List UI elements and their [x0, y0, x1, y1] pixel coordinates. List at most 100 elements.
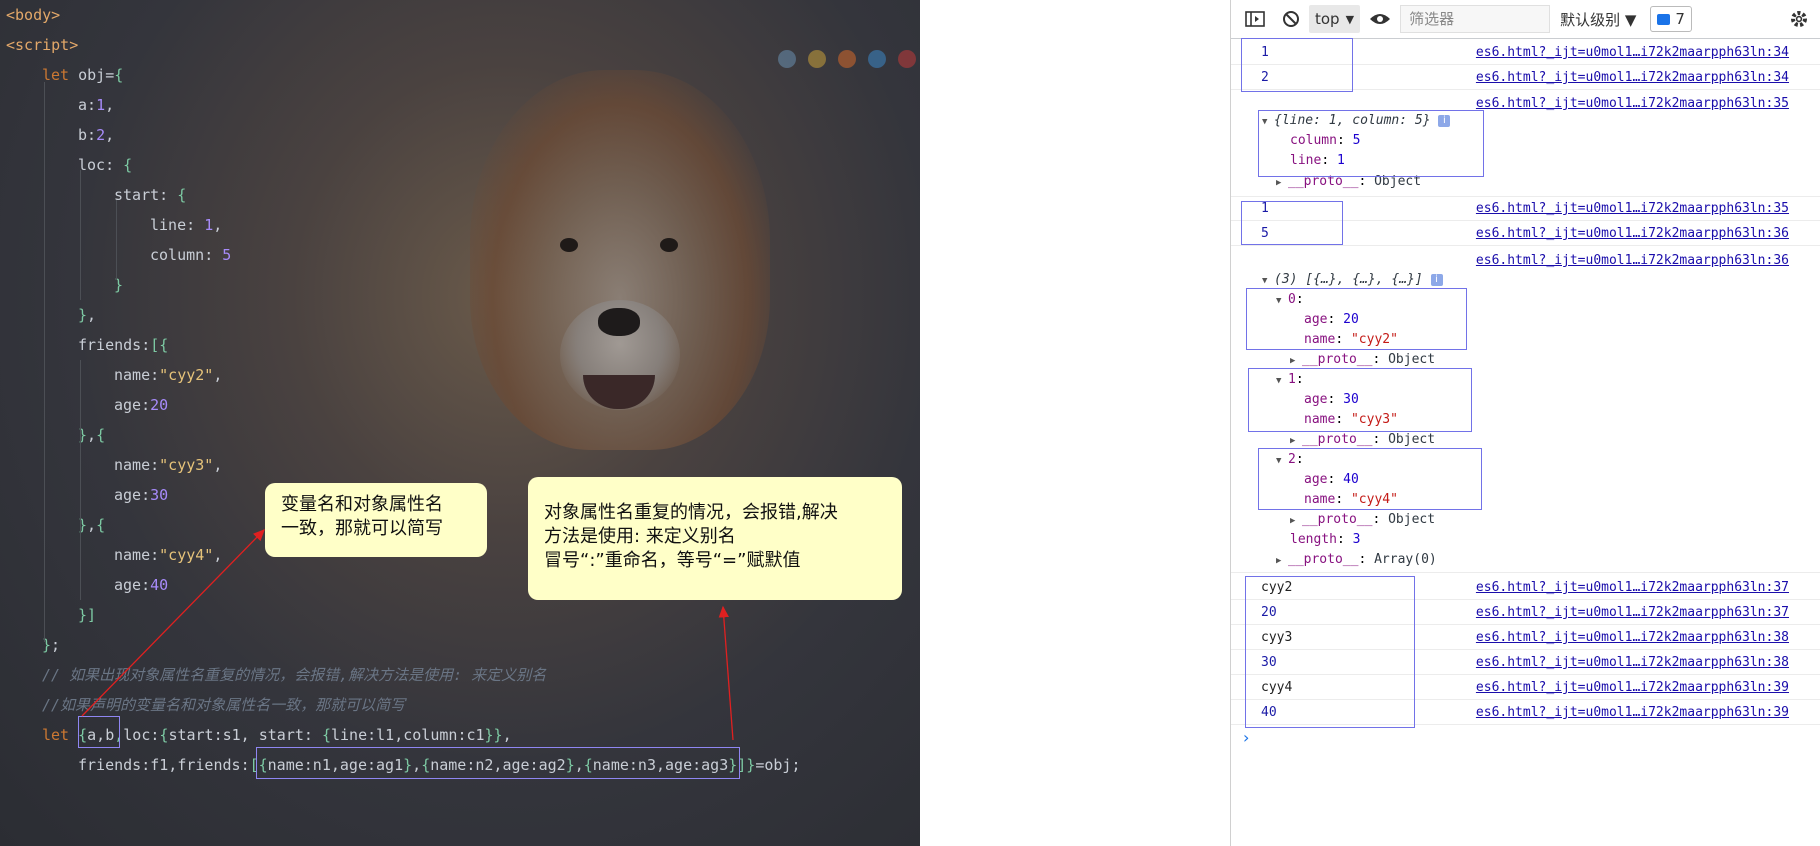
opera-icon[interactable]: [898, 50, 916, 68]
code-token: "cyy4": [159, 546, 214, 564]
code-line[interactable]: a:1,: [78, 90, 114, 120]
filter-input[interactable]: [1400, 5, 1551, 33]
safari-icon[interactable]: [868, 50, 886, 68]
highlight-box: [1248, 368, 1472, 432]
proto-row[interactable]: ▶ __proto__: Object: [1290, 512, 1435, 527]
code-line[interactable]: name:"cyy4",: [114, 540, 222, 570]
code-token: obj: [78, 66, 106, 84]
callout-rename: 对象属性名重复的情况，会报错,解决 方法是使用: 来定义别名 冒号“:”重命名，…: [528, 477, 902, 600]
code-line[interactable]: age:30: [114, 480, 168, 510]
source-link[interactable]: es6.html?_ijt=u0mol1…i72k2maarpph63ln:38: [1476, 652, 1789, 674]
code-token: 1: [204, 216, 214, 234]
code-line[interactable]: start: {: [114, 180, 186, 210]
proto-row[interactable]: ▶ __proto__: Object: [1290, 432, 1435, 447]
code-line[interactable]: },{: [78, 420, 105, 450]
code-line[interactable]: name:"cyy2",: [114, 360, 222, 390]
code-token: start: [168, 726, 214, 744]
console-prompt[interactable]: ›: [1243, 728, 1249, 747]
code-token: :: [186, 216, 205, 234]
proto-row[interactable]: ▶ __proto__: Object: [1290, 352, 1435, 367]
chrome-icon[interactable]: [808, 50, 826, 68]
source-link[interactable]: es6.html?_ijt=u0mol1…i72k2maarpph63ln:37: [1476, 602, 1789, 624]
source-link[interactable]: es6.html?_ijt=u0mol1…i72k2maarpph63ln:39: [1476, 702, 1789, 724]
sidebar-toggle-icon[interactable]: [1237, 5, 1273, 33]
firefox-icon[interactable]: [838, 50, 856, 68]
console-row: es6.html?_ijt=u0mol1…i72k2maarpph63ln:36: [1231, 250, 1820, 272]
code-token: :: [87, 96, 97, 114]
code-line[interactable]: }]: [78, 600, 96, 630]
code-line[interactable]: let obj={: [42, 60, 123, 90]
array-summary-row[interactable]: ▼ (3) [{…}, {…}, {…}] i: [1262, 272, 1443, 287]
code-line[interactable]: <script>: [6, 30, 78, 60]
code-token: {: [96, 426, 106, 444]
context-value: top: [1315, 10, 1340, 28]
code-line[interactable]: age:40: [114, 570, 168, 600]
code-token: ,: [87, 516, 97, 534]
code-token: age: [114, 396, 142, 414]
code-token: :: [367, 726, 377, 744]
code-line[interactable]: b:2,: [78, 120, 114, 150]
code-token: name: [114, 366, 151, 384]
proto-label: __proto__: [1288, 552, 1359, 567]
source-link[interactable]: es6.html?_ijt=u0mol1…i72k2maarpph63ln:38: [1476, 627, 1789, 649]
code-line[interactable]: age:20: [114, 390, 168, 420]
issues-button[interactable]: 7: [1650, 6, 1692, 32]
highlight-ab: [78, 716, 120, 748]
code-token: :: [141, 576, 151, 594]
proto-label: __proto__: [1302, 512, 1373, 527]
code-token: b: [78, 126, 88, 144]
source-link[interactable]: es6.html?_ijt=u0mol1…i72k2maarpph63ln:36: [1476, 223, 1789, 245]
highlight-box: [1245, 576, 1415, 728]
issues-icon: [1657, 13, 1671, 25]
code-line[interactable]: },: [78, 300, 96, 330]
code-line[interactable]: friends:[{: [78, 330, 168, 360]
collapse-triangle-icon: ▶: [1290, 436, 1296, 446]
code-token: :: [204, 246, 223, 264]
proto-row[interactable]: ▶ __proto__: Array(0): [1276, 552, 1437, 567]
source-link[interactable]: es6.html?_ijt=u0mol1…i72k2maarpph63ln:39: [1476, 677, 1789, 699]
log-levels-dropdown[interactable]: 默认级别 ▼: [1560, 5, 1636, 33]
code-line[interactable]: name:"cyy3",: [114, 450, 222, 480]
indent-guide: [116, 200, 117, 280]
code-line[interactable]: <body>: [6, 0, 60, 30]
code-token: a: [78, 96, 88, 114]
code-line[interactable]: column: 5: [150, 240, 231, 270]
highlight-box: [1258, 448, 1482, 510]
highlight-box: [1241, 38, 1353, 92]
code-token: "cyy3": [159, 456, 214, 474]
console-toolbar: top ▼ 默认级别 ▼ 7: [1231, 0, 1820, 39]
source-link[interactable]: es6.html?_ijt=u0mol1…i72k2maarpph63ln:36: [1476, 250, 1789, 272]
source-link[interactable]: es6.html?_ijt=u0mol1…i72k2maarpph63ln:35: [1476, 93, 1789, 115]
highlight-box: [1246, 288, 1467, 350]
callout-line: 对象属性名重复的情况，会报错,解决: [544, 502, 838, 523]
code-token: :: [141, 336, 151, 354]
source-link[interactable]: es6.html?_ijt=u0mol1…i72k2maarpph63ln:37: [1476, 577, 1789, 599]
code-line[interactable]: // 如果出现对象属性名重复的情况，会报错,解决方法是使用: 来定义别名: [42, 660, 546, 690]
code-token: 2: [96, 126, 106, 144]
source-link[interactable]: es6.html?_ijt=u0mol1…i72k2maarpph63ln:34: [1476, 67, 1789, 89]
clear-console-icon[interactable]: [1273, 5, 1309, 33]
code-line[interactable]: loc: {: [78, 150, 132, 180]
code-editor[interactable]: <body> <script> let obj={a:1, b:2, loc: {sta…: [0, 0, 920, 846]
code-token: age: [114, 576, 142, 594]
chevron-down-icon: ▼: [1345, 12, 1355, 26]
source-link[interactable]: es6.html?_ijt=u0mol1…i72k2maarpph63ln:34: [1476, 42, 1789, 64]
code-token: s1, start:: [222, 726, 322, 744]
code-token: line: [150, 216, 187, 234]
code-line[interactable]: },{: [78, 510, 105, 540]
code-token: {: [114, 66, 124, 84]
callout-line: 方法是使用: 来定义别名: [544, 526, 736, 547]
gear-icon[interactable]: [1785, 5, 1813, 33]
code-line[interactable]: line: 1,: [150, 210, 222, 240]
dog-eye-left: [560, 238, 578, 252]
eye-icon[interactable]: [1360, 5, 1400, 33]
log-levels-label: 默认级别 ▼: [1560, 10, 1637, 29]
source-link[interactable]: es6.html?_ijt=u0mol1…i72k2maarpph63ln:35: [1476, 198, 1789, 220]
code-token: :: [150, 456, 160, 474]
code-token: 30: [150, 486, 169, 504]
context-select[interactable]: top ▼: [1309, 5, 1361, 33]
code-token: :: [213, 726, 223, 744]
code-token: :: [141, 486, 151, 504]
browser-icon-1[interactable]: [778, 50, 796, 68]
collapse-triangle-icon: ▶: [1276, 178, 1282, 188]
